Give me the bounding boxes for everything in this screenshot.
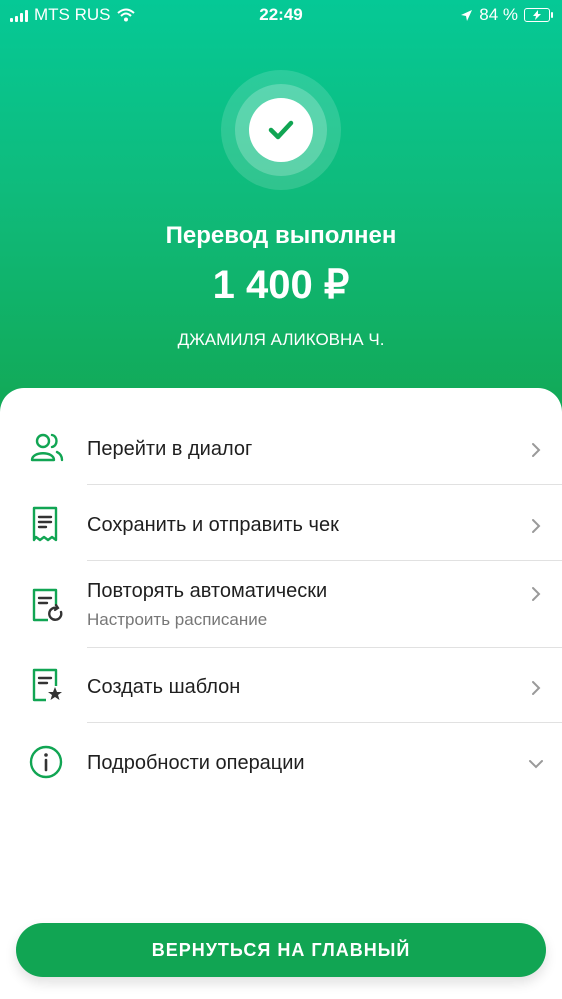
- chevron-right-icon: [532, 443, 541, 457]
- divider: [87, 484, 562, 485]
- receipt-icon: [32, 506, 58, 542]
- location-arrow-icon: [461, 9, 473, 21]
- checkmark-icon: [268, 120, 294, 140]
- recipient-name: ДЖАМИЛЯ АЛИКОВНА Ч.: [177, 330, 385, 349]
- divider: [87, 647, 562, 648]
- success-header: MTS RUS 22:49 84 % Перевод выполнен 1 40…: [0, 0, 562, 420]
- battery-charging-icon: [524, 8, 553, 22]
- info-icon: [29, 745, 63, 779]
- status-bar: MTS RUS 22:49 84 %: [0, 0, 562, 30]
- divider: [87, 560, 562, 561]
- users-icon: [30, 433, 64, 462]
- action-label: Подробности операции: [87, 752, 305, 774]
- transfer-status-title: Перевод выполнен: [165, 222, 397, 249]
- chevron-right-icon: [532, 587, 541, 601]
- action-label: Создать шаблон: [87, 676, 241, 698]
- document-star-icon: [32, 668, 62, 702]
- action-subtitle: Настроить расписание: [87, 610, 268, 629]
- action-operation-details[interactable]: Подробности операции: [0, 744, 562, 784]
- action-repeat-automatically[interactable]: Повторять автоматически Настроить распис…: [0, 578, 562, 629]
- return-home-button[interactable]: ВЕРНУТЬСЯ НА ГЛАВНЫЙ: [16, 923, 546, 977]
- document-repeat-icon: [32, 588, 63, 622]
- chevron-down-icon: [529, 760, 543, 769]
- battery-percent: 84 %: [479, 5, 518, 24]
- divider: [87, 722, 562, 723]
- action-open-dialog[interactable]: Перейти в диалог: [0, 430, 562, 470]
- success-badge: [221, 70, 341, 190]
- chevron-right-icon: [532, 519, 541, 533]
- action-create-template[interactable]: Создать шаблон: [0, 668, 562, 708]
- chevron-right-icon: [532, 681, 541, 695]
- action-label: Сохранить и отправить чек: [87, 514, 339, 536]
- action-label: Перейти в диалог: [87, 438, 253, 460]
- actions-card: Перейти в диалог Сохранить и отправить ч…: [0, 388, 562, 999]
- transfer-amount: 1 400 ₽: [212, 263, 350, 307]
- action-save-receipt[interactable]: Сохранить и отправить чек: [0, 506, 562, 546]
- action-label: Повторять автоматически: [87, 580, 328, 602]
